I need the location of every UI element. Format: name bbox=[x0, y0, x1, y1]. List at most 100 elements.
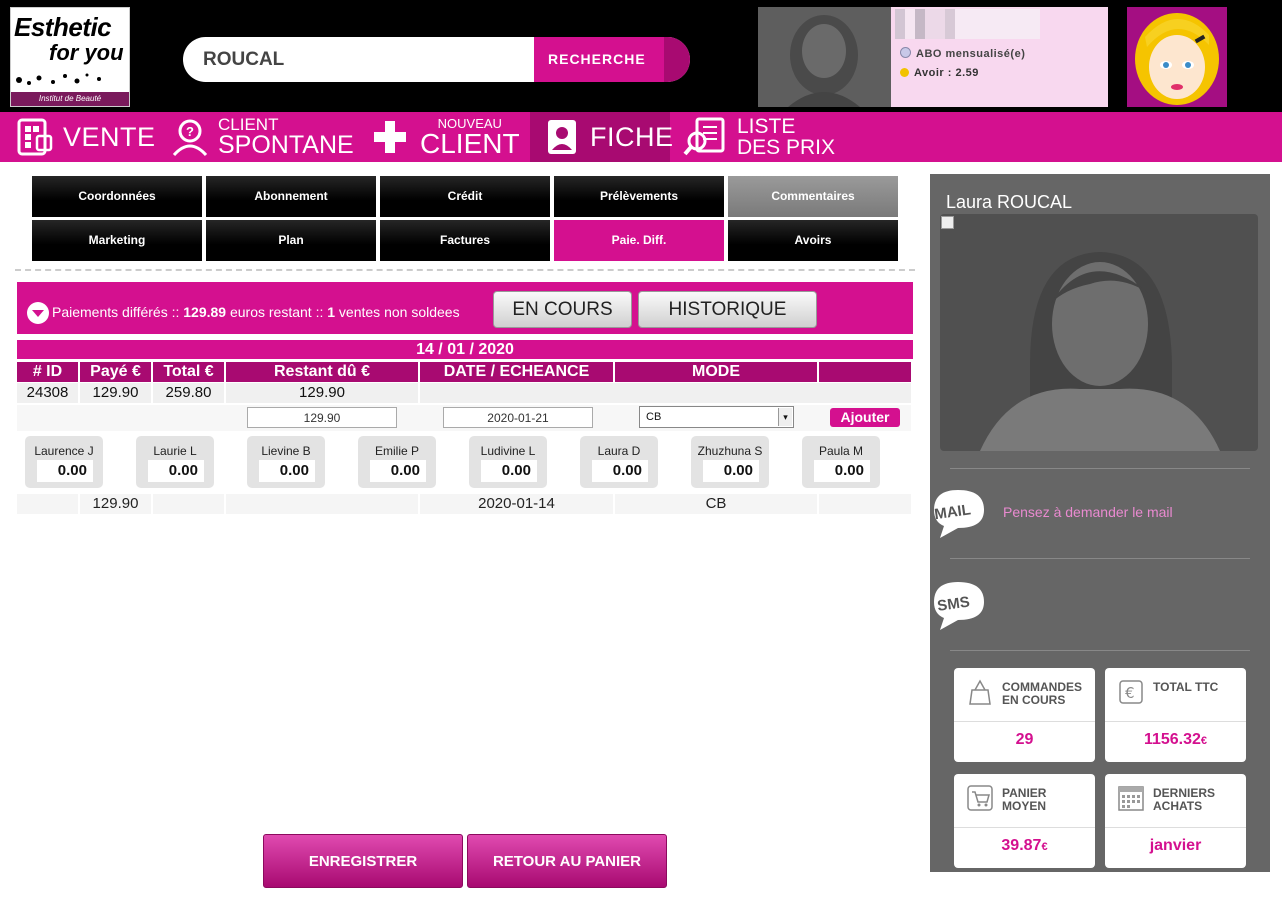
euro-icon: € bbox=[1119, 680, 1143, 704]
en-cours-button[interactable]: EN COURS bbox=[493, 291, 632, 328]
history-total bbox=[153, 494, 224, 514]
row-id: 24308 bbox=[17, 383, 78, 403]
logo-line2: for you bbox=[49, 40, 124, 65]
blonde-avatar-icon bbox=[1135, 13, 1219, 105]
stat-basket: PANIER MOYEN 39.87€ bbox=[954, 774, 1095, 868]
logo[interactable]: Esthetic for you Institut de Beauté bbox=[10, 7, 130, 107]
payment-mode-select[interactable]: CB ▾ bbox=[639, 406, 794, 428]
broken-image-icon bbox=[941, 216, 954, 229]
tab-coordonnees[interactable]: Coordonnées bbox=[32, 176, 202, 217]
calendar-icon bbox=[1118, 786, 1144, 811]
payment-mode-value: CB bbox=[646, 411, 662, 423]
total-label: TOTAL TTC bbox=[1153, 680, 1219, 694]
history-mode: CB bbox=[615, 494, 817, 514]
header: Esthetic for you Institut de Beauté RECH… bbox=[0, 0, 1282, 112]
nav-prix-line1: LISTE bbox=[737, 115, 796, 138]
nav-fiche-label: FICHE bbox=[590, 121, 674, 152]
stat-last-purchases: DERNIERS ACHATS janvier bbox=[1105, 774, 1246, 868]
shopping-bag-icon bbox=[969, 679, 991, 705]
staff-amount-input[interactable]: 0.00 bbox=[481, 460, 537, 482]
staff-amount-input[interactable]: 0.00 bbox=[814, 460, 870, 482]
row-remaining: 129.90 bbox=[226, 383, 418, 403]
svg-text:?: ? bbox=[186, 124, 194, 139]
history-paid: 129.90 bbox=[80, 494, 151, 514]
search-input[interactable] bbox=[183, 37, 535, 82]
mail-badge-icon[interactable]: MAIL bbox=[930, 482, 990, 542]
staff-laurence[interactable]: Laurence J 0.00 bbox=[25, 436, 103, 488]
logo-line1: Esthetic bbox=[14, 12, 112, 42]
user-card[interactable]: ABO mensualisé(e) Avoir : 2.59 bbox=[758, 7, 1108, 107]
staff-laurie[interactable]: Laurie L 0.00 bbox=[136, 436, 214, 488]
row-total: 259.80 bbox=[153, 383, 224, 403]
last-purchase-value: janvier bbox=[1149, 837, 1202, 854]
nav-nouveau-client[interactable]: NOUVEAU CLIENT bbox=[372, 112, 522, 162]
mascot-avatar[interactable] bbox=[1127, 7, 1227, 107]
col-total: Total € bbox=[153, 362, 224, 382]
staff-amount-input[interactable]: 0.00 bbox=[37, 460, 93, 482]
amount-input[interactable] bbox=[247, 407, 397, 428]
tab-plan[interactable]: Plan bbox=[206, 220, 376, 261]
total-value: 1156.32 bbox=[1143, 731, 1201, 748]
orders-value: 29 bbox=[1015, 731, 1034, 748]
subscription-icon bbox=[900, 47, 911, 58]
staff-ludivine[interactable]: Ludivine L 0.00 bbox=[469, 436, 547, 488]
plus-icon bbox=[374, 121, 406, 153]
basket-value: 39.87 bbox=[1001, 837, 1042, 854]
separator bbox=[950, 650, 1250, 651]
register-icon bbox=[17, 118, 53, 156]
nav-fiche[interactable]: FICHE bbox=[530, 112, 673, 162]
staff-zhuzhuna[interactable]: Zhuzhuna S 0.00 bbox=[691, 436, 769, 488]
nav-vente-label: VENTE bbox=[63, 121, 156, 152]
col-mode: MODE bbox=[615, 362, 817, 382]
nav-nouveau-big: CLIENT bbox=[420, 127, 520, 159]
save-button[interactable]: ENREGISTRER bbox=[263, 834, 463, 888]
collapse-toggle-icon[interactable] bbox=[27, 302, 49, 324]
separator bbox=[950, 558, 1250, 559]
logo-dots-icon bbox=[16, 73, 101, 85]
staff-lievine[interactable]: Lievine B 0.00 bbox=[247, 436, 325, 488]
nav-client-spontane[interactable]: ? CLIENT SPONTANE bbox=[170, 112, 354, 162]
payment-date: 14 / 01 / 2020 bbox=[17, 340, 913, 359]
tab-credit[interactable]: Crédit bbox=[380, 176, 550, 217]
back-to-cart-button[interactable]: RETOUR AU PANIER bbox=[467, 834, 667, 888]
client-photo[interactable] bbox=[940, 214, 1258, 451]
tab-paie-diff[interactable]: Paie. Diff. bbox=[554, 220, 724, 261]
search-button[interactable]: RECHERCHE bbox=[534, 37, 690, 82]
row-paid: 129.90 bbox=[80, 383, 151, 403]
tab-avoirs[interactable]: Avoirs bbox=[728, 220, 898, 261]
tab-prelevements[interactable]: Prélèvements bbox=[554, 176, 724, 217]
svg-text:€: € bbox=[1125, 684, 1135, 702]
divider bbox=[15, 269, 915, 271]
col-remaining: Restant dû € bbox=[226, 362, 418, 382]
staff-amount-input[interactable]: 0.00 bbox=[592, 460, 648, 482]
col-id: # ID bbox=[17, 362, 78, 382]
historique-button[interactable]: HISTORIQUE bbox=[638, 291, 817, 328]
staff-laura[interactable]: Laura D 0.00 bbox=[580, 436, 658, 488]
sms-badge-icon[interactable]: SMS bbox=[930, 574, 990, 634]
add-button[interactable]: Ajouter bbox=[830, 408, 900, 427]
tab-abonnement[interactable]: Abonnement bbox=[206, 176, 376, 217]
col-paid: Payé € bbox=[80, 362, 151, 382]
tab-commentaires[interactable]: Commentaires bbox=[728, 176, 898, 217]
due-date-input[interactable] bbox=[443, 407, 593, 428]
nav-vente[interactable]: VENTE bbox=[17, 112, 157, 162]
nav-liste-prix[interactable]: LISTE DES PRIX bbox=[683, 112, 843, 162]
remaining-amount: 129.89 bbox=[183, 304, 227, 320]
staff-emilie[interactable]: Emilie P 0.00 bbox=[358, 436, 436, 488]
separator bbox=[950, 468, 1250, 469]
tab-marketing[interactable]: Marketing bbox=[32, 220, 202, 261]
staff-amount-input[interactable]: 0.00 bbox=[703, 460, 759, 482]
staff-paula[interactable]: Paula M 0.00 bbox=[802, 436, 880, 488]
stat-orders: COMMANDES EN COURS 29 bbox=[954, 668, 1095, 762]
logo-tagline: Institut de Beauté bbox=[11, 92, 129, 106]
tab-factures[interactable]: Factures bbox=[380, 220, 550, 261]
deferred-payments-bar: Paiements différés :: 129.89 euros resta… bbox=[17, 282, 913, 334]
staff-amount-input[interactable]: 0.00 bbox=[370, 460, 426, 482]
staff-amount-input[interactable]: 0.00 bbox=[259, 460, 315, 482]
search-button-edge bbox=[664, 37, 690, 82]
subscription-status: ABO mensualisé(e) bbox=[900, 47, 1025, 60]
blurred-name bbox=[895, 9, 1040, 39]
history-remaining bbox=[226, 494, 418, 514]
staff-amount-input[interactable]: 0.00 bbox=[148, 460, 204, 482]
user-avatar bbox=[758, 7, 891, 107]
